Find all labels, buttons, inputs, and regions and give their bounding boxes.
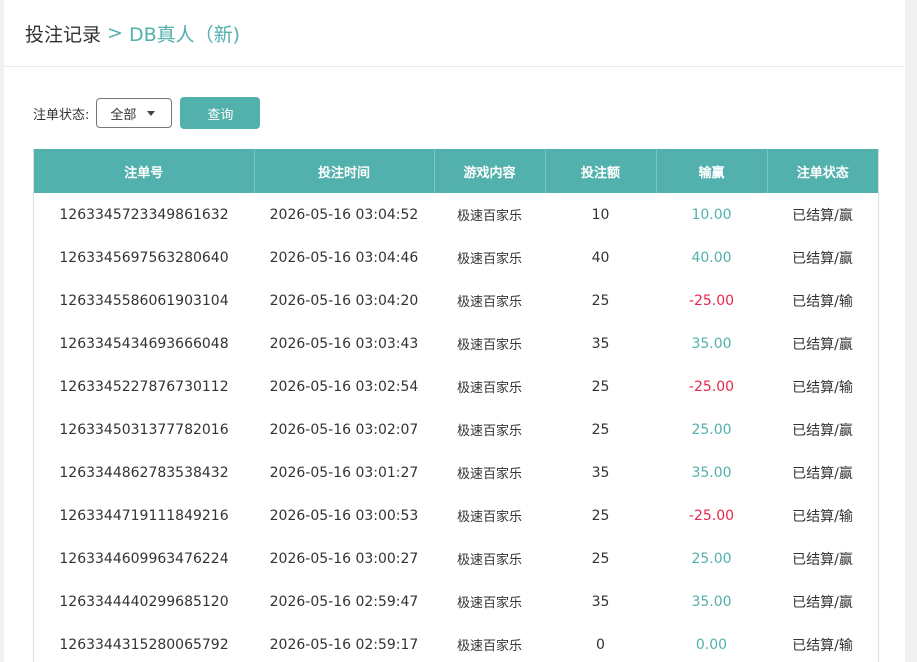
cell-bet-time: 2026-05-16 03:00:53	[269, 507, 419, 524]
caret-down-icon	[147, 111, 156, 116]
cell-game: 极速百家乐	[456, 338, 522, 353]
breadcrumb-root[interactable]: 投注记录	[25, 20, 101, 47]
cell-result: 10.00	[691, 206, 732, 223]
cell-amount: 10	[591, 206, 610, 223]
cell-result: -25.00	[688, 507, 735, 524]
cell-bet-time: 2026-05-16 02:59:17	[269, 636, 419, 653]
column-header-status: 注单状态	[767, 149, 878, 193]
cell-result: 25.00	[691, 421, 732, 438]
table-row: 1263344609963476224 2026-05-16 03:00:27 极速…	[34, 537, 878, 580]
cell-result: 35.00	[691, 464, 732, 481]
column-header-result: 输赢	[656, 149, 768, 193]
cell-game: 极速百家乐	[456, 295, 522, 310]
table-row: 1263345031377782016 2026-05-16 03:02:07 极速…	[34, 408, 878, 451]
cell-result: 25.00	[691, 550, 732, 567]
cell-status: 已结算/赢	[792, 250, 853, 267]
cell-status: 已结算/输	[792, 379, 853, 396]
cell-bet-time: 2026-05-16 03:02:54	[269, 378, 419, 395]
table-row: 1263344315280065792 2026-05-16 02:59:17 极速…	[34, 623, 878, 662]
cell-bet-id: 1263345723349861632	[59, 206, 229, 223]
cell-amount: 25	[591, 378, 610, 395]
column-header-amount: 投注额	[545, 149, 657, 193]
bet-records-table: 注单号 投注时间 游戏内容 投注额 输赢 注单状态 12633457233498…	[33, 149, 879, 662]
status-select-value: 全部	[110, 107, 137, 123]
cell-status: 已结算/赢	[792, 551, 853, 568]
cell-result: 35.00	[691, 593, 732, 610]
cell-bet-time: 2026-05-16 02:59:47	[269, 593, 419, 610]
cell-bet-time: 2026-05-16 03:00:27	[269, 550, 419, 567]
cell-status: 已结算/赢	[792, 594, 853, 611]
table-row: 1263344440299685120 2026-05-16 02:59:47 极速…	[34, 580, 878, 623]
cell-game: 极速百家乐	[456, 596, 522, 611]
main-panel: 投注记录 > DB真人（新) 注单状态: 全部 查询 注单号 投注时间 游戏内容…	[4, 0, 905, 662]
table-row: 1263345586061903104 2026-05-16 03:04:20 极速…	[34, 279, 878, 322]
table-row: 1263345697563280640 2026-05-16 03:04:46 极速…	[34, 236, 878, 279]
cell-game: 极速百家乐	[456, 553, 522, 568]
cell-amount: 25	[591, 292, 610, 309]
cell-bet-time: 2026-05-16 03:04:20	[269, 292, 419, 309]
cell-amount: 25	[591, 550, 610, 567]
cell-status: 已结算/输	[792, 293, 853, 310]
cell-bet-time: 2026-05-16 03:01:27	[269, 464, 419, 481]
cell-amount: 25	[591, 421, 610, 438]
status-select[interactable]: 全部	[96, 98, 173, 128]
cell-bet-id: 1263344719111849216	[59, 507, 229, 524]
breadcrumb: 投注记录 > DB真人（新)	[4, 0, 905, 67]
cell-bet-id: 1263344440299685120	[59, 593, 229, 610]
table-row: 1263345723349861632 2026-05-16 03:04:52 极速…	[34, 193, 878, 236]
cell-bet-id: 1263345227876730112	[59, 378, 229, 395]
table-body: 1263345723349861632 2026-05-16 03:04:52 极速…	[34, 193, 878, 662]
cell-game: 极速百家乐	[456, 467, 522, 482]
cell-amount: 35	[591, 464, 610, 481]
cell-bet-id: 1263345697563280640	[59, 249, 229, 266]
cell-game: 极速百家乐	[456, 510, 522, 525]
cell-result: 0.00	[695, 636, 728, 653]
cell-bet-time: 2026-05-16 03:04:52	[269, 206, 419, 223]
cell-bet-time: 2026-05-16 03:03:43	[269, 335, 419, 352]
cell-status: 已结算/赢	[792, 336, 853, 353]
cell-status: 已结算/输	[792, 637, 853, 654]
cell-bet-id: 1263345434693666048	[59, 335, 229, 352]
cell-bet-id: 1263344609963476224	[59, 550, 229, 567]
table-row: 1263345227876730112 2026-05-16 03:02:54 极速…	[34, 365, 878, 408]
cell-amount: 35	[591, 593, 610, 610]
cell-status: 已结算/赢	[792, 465, 853, 482]
cell-amount: 35	[591, 335, 610, 352]
cell-amount: 0	[596, 636, 605, 653]
cell-game: 极速百家乐	[456, 252, 522, 267]
cell-status: 已结算/赢	[792, 422, 853, 439]
cell-bet-id: 1263345031377782016	[59, 421, 229, 438]
filter-bar: 注单状态: 全部 查询	[33, 97, 261, 129]
cell-bet-id: 1263344862783538432	[59, 464, 229, 481]
query-button[interactable]: 查询	[180, 97, 261, 129]
cell-game: 极速百家乐	[456, 209, 522, 224]
cell-amount: 25	[591, 507, 610, 524]
cell-result: -25.00	[688, 292, 735, 309]
cell-amount: 40	[591, 249, 610, 266]
column-header-game: 游戏内容	[434, 149, 546, 193]
cell-result: 40.00	[691, 249, 732, 266]
column-header-bet-id: 注单号	[34, 149, 255, 193]
status-filter-label: 注单状态:	[33, 107, 90, 123]
cell-game: 极速百家乐	[456, 639, 522, 654]
cell-game: 极速百家乐	[456, 381, 522, 396]
cell-bet-time: 2026-05-16 03:04:46	[269, 249, 419, 266]
cell-bet-time: 2026-05-16 03:02:07	[269, 421, 419, 438]
column-header-bet-time: 投注时间	[254, 149, 435, 193]
table-row: 1263345434693666048 2026-05-16 03:03:43 极速…	[34, 322, 878, 365]
breadcrumb-current: DB真人（新)	[128, 23, 241, 46]
cell-bet-id: 1263345586061903104	[59, 292, 229, 309]
cell-status: 已结算/输	[792, 508, 853, 525]
cell-result: 35.00	[691, 335, 732, 352]
cell-game: 极速百家乐	[456, 424, 522, 439]
cell-status: 已结算/赢	[792, 207, 853, 224]
cell-result: -25.00	[688, 378, 735, 395]
cell-bet-id: 1263344315280065792	[59, 636, 229, 653]
table-row: 1263344862783538432 2026-05-16 03:01:27 极速…	[34, 451, 878, 494]
table-header-row: 注单号 投注时间 游戏内容 投注额 输赢 注单状态	[34, 149, 878, 193]
table-row: 1263344719111849216 2026-05-16 03:00:53 极速…	[34, 494, 878, 537]
breadcrumb-separator: >	[107, 22, 123, 44]
